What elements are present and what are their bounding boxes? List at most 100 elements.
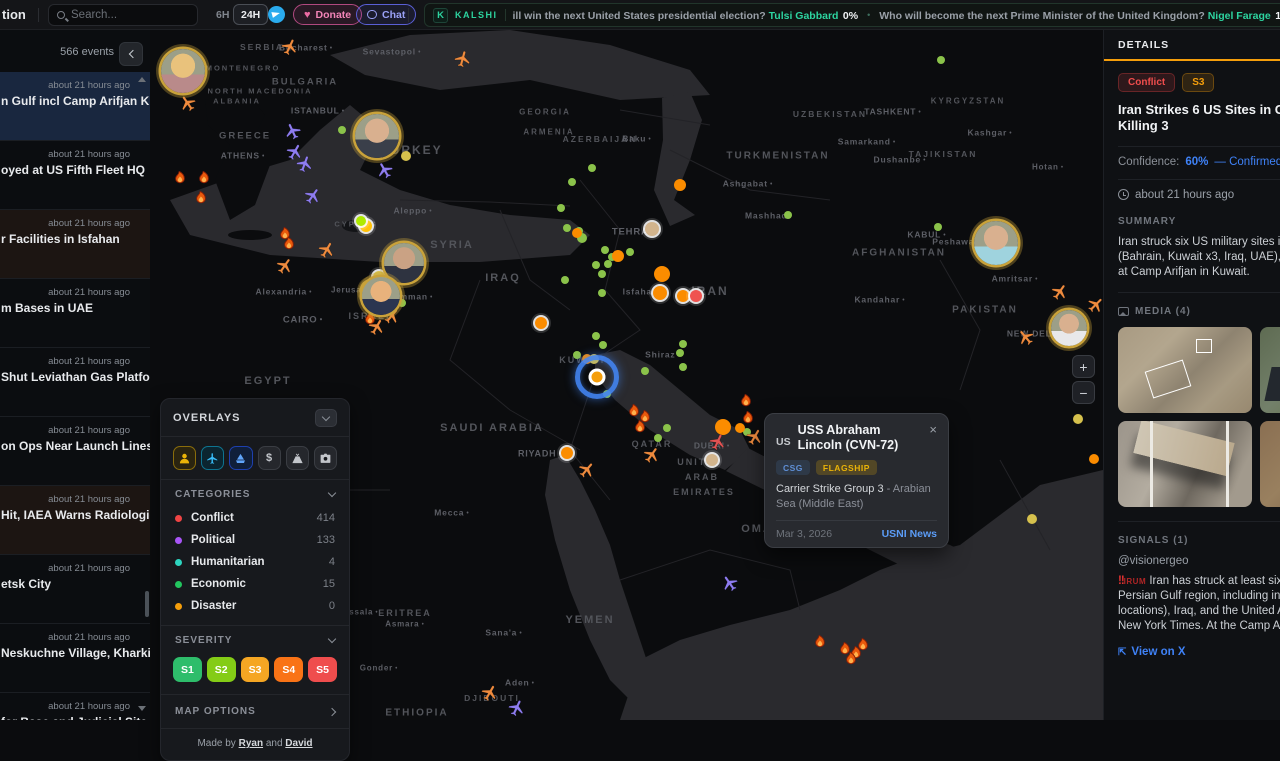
strike-marker[interactable] [194,189,209,205]
event-dot-marker[interactable] [1073,414,1083,424]
event-dot-marker[interactable] [561,447,573,459]
strike-marker[interactable] [633,418,648,434]
event-dot-marker[interactable] [784,211,792,219]
event-dot-marker[interactable] [677,290,689,302]
camera-overlay-toggle[interactable] [314,446,337,470]
event-list-item[interactable]: about 21 hours agofor Base and Judicial … [0,693,150,720]
event-dot-marker[interactable] [598,270,606,278]
event-dot-marker[interactable] [706,454,718,466]
media-thumbnail[interactable] [1260,327,1280,413]
volcano-overlay-toggle[interactable] [286,446,309,470]
ticker-item[interactable]: ill win the next United States president… [513,6,859,24]
credit-link-david[interactable]: David [285,738,312,749]
credit-link-ryan[interactable]: Ryan [239,738,263,749]
event-dot-marker[interactable] [572,228,582,238]
leader-avatar-marker[interactable] [161,49,205,93]
severity-chip-s3[interactable]: S3 [241,657,270,682]
media-thumbnail[interactable] [1118,327,1252,413]
naval-overlay-toggle[interactable] [229,446,252,470]
map-zoom-out-button[interactable]: − [1072,381,1095,404]
strike-marker[interactable] [844,650,859,666]
event-list-item[interactable]: about 21 hours agon Gulf incl Camp Arifj… [0,72,150,141]
event-dot-marker[interactable] [612,250,624,262]
strike-marker[interactable] [282,235,297,251]
event-dot-marker[interactable] [356,216,366,226]
strike-marker[interactable] [813,633,828,649]
event-dot-marker[interactable] [401,151,411,161]
category-row[interactable]: Disaster0 [161,595,349,617]
event-list-item[interactable]: about 21 hours agoNeskuchne Village, Kha… [0,624,150,693]
category-row[interactable]: Conflict414 [161,507,349,529]
leader-avatar-marker[interactable] [384,243,424,283]
severity-chip-s2[interactable]: S2 [207,657,236,682]
category-row[interactable]: Political133 [161,529,349,551]
selected-event-marker[interactable] [575,355,619,399]
aircraft-overlay-toggle[interactable] [201,446,224,470]
event-list-item[interactable]: about 21 hours agoShut Leviathan Gas Pla… [0,348,150,417]
event-dot-marker[interactable] [568,178,576,186]
leader-avatar-marker[interactable] [362,277,400,315]
category-row[interactable]: Economic15 [161,573,349,595]
donate-button[interactable]: ♥ Donate [293,4,362,25]
vessel-source-link[interactable]: USNI News [882,528,937,540]
popup-close-icon[interactable]: × [929,425,937,453]
event-dot-marker[interactable] [601,246,609,254]
event-list-item[interactable]: about 21 hours agoon Ops Near Launch Lin… [0,417,150,486]
event-dot-marker[interactable] [937,56,945,64]
category-row[interactable]: Humanitarian4 [161,551,349,573]
event-dot-marker[interactable] [557,204,565,212]
event-dot-marker[interactable] [645,222,659,236]
strike-marker[interactable] [741,409,756,425]
sidebar-collapse-button[interactable] [119,42,143,66]
scroll-up-arrow[interactable] [138,77,146,82]
event-dot-marker[interactable] [934,223,942,231]
event-dot-marker[interactable] [592,332,600,340]
event-dot-marker[interactable] [690,290,702,302]
event-dot-marker[interactable] [338,126,346,134]
strike-marker[interactable] [197,169,212,185]
media-thumbnail[interactable] [1118,421,1252,507]
telegram-icon[interactable] [268,6,285,23]
personnel-overlay-toggle[interactable] [173,446,196,470]
event-dot-marker[interactable] [592,261,600,269]
severity-chevron-icon[interactable] [328,635,336,643]
strike-marker[interactable] [739,392,754,408]
severity-chip-s4[interactable]: S4 [274,657,303,682]
severity-chip-s5[interactable]: S5 [308,657,337,682]
event-list-item[interactable]: about 21 hours agooyed at US Fifth Fleet… [0,141,150,210]
event-dot-marker[interactable] [653,286,667,300]
event-dot-marker[interactable] [626,248,634,256]
ticker-item[interactable]: Who will become the next Prime Minister … [879,6,1280,24]
event-dot-marker[interactable] [679,363,687,371]
event-dot-marker[interactable] [535,317,547,329]
time-filter-6h[interactable]: 6H [216,9,229,21]
map-zoom-in-button[interactable]: + [1072,355,1095,378]
severity-chip-s1[interactable]: S1 [173,657,202,682]
event-dot-marker[interactable] [663,424,671,432]
event-dot-marker[interactable] [563,224,571,232]
time-filter-24h[interactable]: 24H [233,4,268,25]
media-thumbnail[interactable] [1260,421,1280,507]
event-dot-marker[interactable] [588,164,596,172]
economy-overlay-toggle[interactable]: $ [258,446,281,470]
view-on-x-link[interactable]: ⇱ View on X [1118,646,1280,658]
leader-avatar-marker[interactable] [974,221,1018,265]
search-input[interactable]: Search... [48,4,198,26]
event-dot-marker[interactable] [599,341,607,349]
event-dot-marker[interactable] [654,266,670,282]
leader-avatar-marker[interactable] [355,114,399,158]
event-list-item[interactable]: about 21 hours agoetsk City [0,555,150,624]
event-dot-marker[interactable] [676,349,684,357]
leader-avatar-marker[interactable] [1051,310,1087,346]
event-dot-marker[interactable] [674,179,686,191]
event-dot-marker[interactable] [679,340,687,348]
event-dot-marker[interactable] [654,434,662,442]
categories-chevron-icon[interactable] [328,489,336,497]
strike-marker[interactable] [173,169,188,185]
kalshi-ticker[interactable]: K KALSHI ill win the next United States … [424,3,1280,27]
map-options-row[interactable]: MAP OPTIONS [161,695,349,728]
event-dot-marker[interactable] [604,260,612,268]
event-list-item[interactable]: about 21 hours agor Facilities in Isfaha… [0,210,150,279]
event-dot-marker[interactable] [1089,454,1099,464]
sidebar-scrollbar[interactable] [145,591,149,617]
